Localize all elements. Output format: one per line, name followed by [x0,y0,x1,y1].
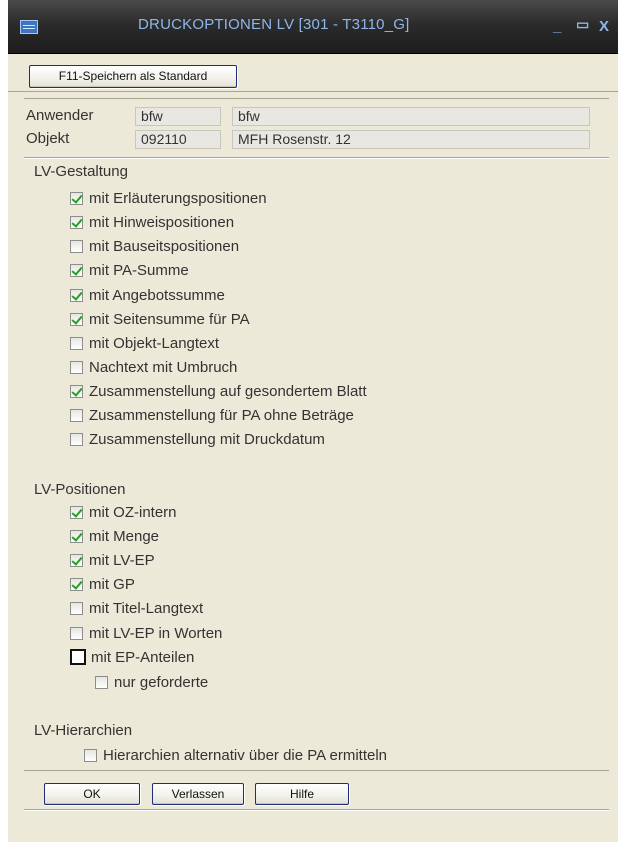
option-zusammenstellung-ohne-betraege[interactable]: Zusammenstellung für PA ohne Beträge [70,404,354,426]
option-label: Zusammenstellung für PA ohne Beträge [89,406,354,424]
minimize-icon[interactable]: _ [553,18,561,35]
checkbox[interactable] [70,529,83,543]
checkbox[interactable] [70,360,83,374]
option-lv-ep-worten[interactable]: mit LV-EP in Worten [70,622,222,644]
option-label: Zusammenstellung mit Druckdatum [89,430,325,448]
save-as-default-button[interactable]: F11-Speichern als Standard [29,65,237,88]
option-label: mit PA-Summe [89,261,189,279]
leave-button[interactable]: Verlassen [152,783,244,805]
option-label: mit LV-EP [89,551,155,569]
info-panel: Anwender bfw bfw Objekt 092110 MFH Rosen… [24,98,609,157]
checkbox[interactable] [70,215,83,229]
option-label: nur geforderte [114,673,209,691]
option-seitensumme-pa[interactable]: mit Seitensumme für PA [70,308,250,330]
checkbox[interactable] [70,384,83,398]
checkbox[interactable] [70,408,83,422]
option-gp[interactable]: mit GP [70,573,135,595]
checkbox[interactable] [70,336,83,350]
print-options-window: DRUCKOPTIONEN LV [301 - T3110_G] _ ▭ X F… [8,0,618,842]
title-bar[interactable]: DRUCKOPTIONEN LV [301 - T3110_G] _ ▭ X [8,0,618,54]
object-name-field: MFH Rosenstr. 12 [232,130,590,149]
checkbox[interactable] [70,601,83,615]
option-label: Hierarchien alternativ über die PA ermit… [103,746,388,764]
checkbox[interactable] [70,577,83,591]
checkbox[interactable] [70,626,83,640]
option-hinweispositionen[interactable]: mit Hinweispositionen [70,211,234,233]
object-label: Objekt [26,130,70,147]
checkbox[interactable] [70,505,83,519]
option-nur-geforderte[interactable]: nur geforderte [95,671,208,693]
option-zusammenstellung-gesondert[interactable]: Zusammenstellung auf gesondertem Blatt [70,380,367,402]
checkbox[interactable] [84,748,97,762]
option-label: mit Angebotssumme [89,286,225,304]
option-erlaeuterungspositionen[interactable]: mit Erläuterungspositionen [70,187,267,209]
checkbox[interactable] [70,239,83,253]
ok-button[interactable]: OK [44,783,140,805]
option-lv-ep[interactable]: mit LV-EP [70,549,155,571]
option-nachtext-umbruch[interactable]: Nachtext mit Umbruch [70,356,237,378]
checkbox[interactable] [70,288,83,302]
object-code-field: 092110 [135,130,221,149]
section-title-gestaltung: LV-Gestaltung [34,163,128,180]
maximize-icon[interactable]: ▭ [576,16,589,33]
option-label: mit EP-Anteilen [91,648,195,666]
divider [24,809,609,811]
option-label: mit Objekt-Langtext [89,334,220,352]
option-label: Zusammenstellung auf gesondertem Blatt [89,382,367,400]
option-label: mit Hinweispositionen [89,213,235,231]
option-label: mit LV-EP in Worten [89,624,223,642]
option-zusammenstellung-druckdatum[interactable]: Zusammenstellung mit Druckdatum [70,428,325,450]
checkbox-focused[interactable] [70,649,86,665]
option-label: Nachtext mit Umbruch [89,358,238,376]
checkbox[interactable] [95,675,108,689]
option-oz-intern[interactable]: mit OZ-intern [70,501,177,523]
section-title-positionen: LV-Positionen [34,481,126,498]
checkbox[interactable] [70,553,83,567]
window-title: DRUCKOPTIONEN LV [301 - T3110_G] [138,16,410,33]
option-pa-summe[interactable]: mit PA-Summe [70,259,189,281]
window-menu-icon[interactable] [20,20,38,34]
option-label: mit Bauseitspositionen [89,237,240,255]
option-hierarchien-pa[interactable]: Hierarchien alternativ über die PA ermit… [84,744,387,766]
option-menge[interactable]: mit Menge [70,525,159,547]
option-titel-langtext[interactable]: mit Titel-Langtext [70,597,203,619]
option-label: mit Seitensumme für PA [89,310,250,328]
option-objekt-langtext[interactable]: mit Objekt-Langtext [70,332,219,354]
option-label: mit OZ-intern [89,503,177,521]
option-label: mit Titel-Langtext [89,599,204,617]
user-code-field: bfw [135,107,221,126]
option-label: mit Erläuterungspositionen [89,189,267,207]
checkbox[interactable] [70,263,83,277]
option-angebotssumme[interactable]: mit Angebotssumme [70,284,225,306]
option-bauseitspositionen[interactable]: mit Bauseitspositionen [70,235,239,257]
option-ep-anteile[interactable]: mit EP-Anteilen [70,646,194,668]
divider [24,157,609,159]
help-button[interactable]: Hilfe [255,783,349,805]
section-title-hierarchien: LV-Hierarchien [34,722,133,739]
checkbox[interactable] [70,312,83,326]
user-label: Anwender [26,107,94,124]
checkbox[interactable] [70,432,83,446]
user-name-field: bfw [232,107,590,126]
option-label: mit GP [89,575,135,593]
option-label: mit Menge [89,527,160,545]
toolbar: F11-Speichern als Standard [8,54,618,92]
close-icon[interactable]: X [599,18,609,35]
checkbox[interactable] [70,191,83,205]
button-bar: OK Verlassen Hilfe [24,770,609,809]
